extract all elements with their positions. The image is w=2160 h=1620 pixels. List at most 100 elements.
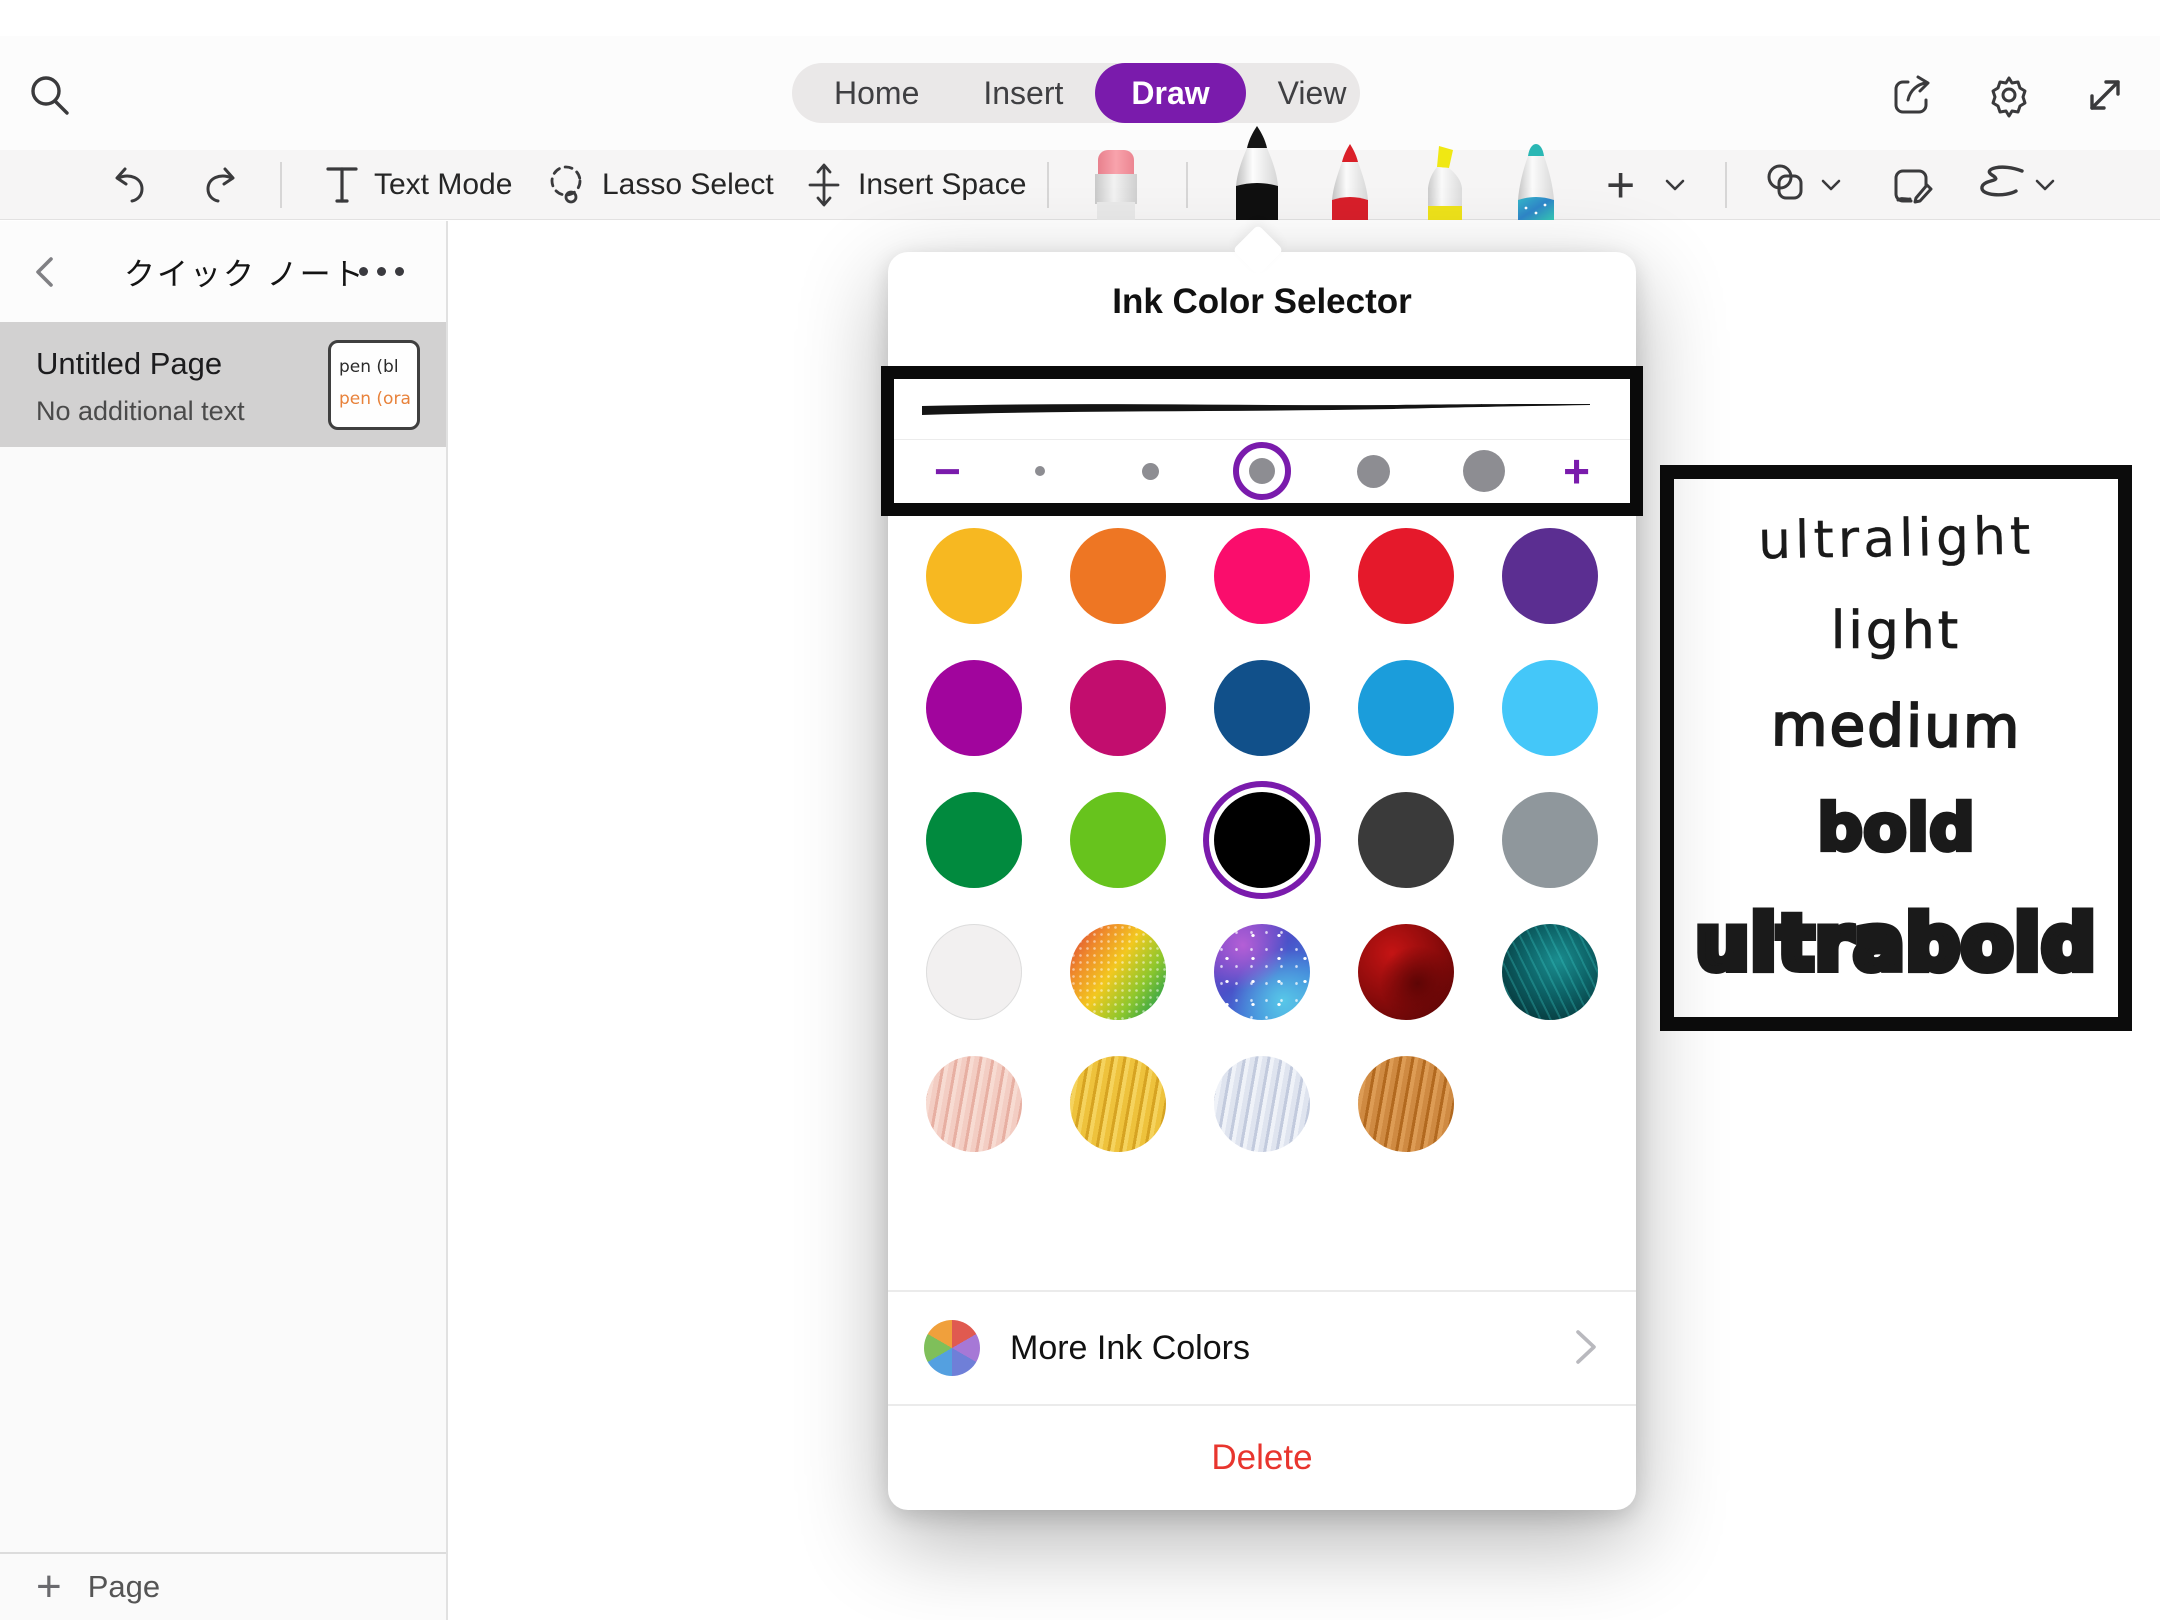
stroke-size-option-0[interactable] (1008, 440, 1072, 502)
color-swatch-gray[interactable] (1502, 792, 1598, 888)
ink-replay-button[interactable] (1972, 150, 2028, 220)
scribble-icon (1972, 163, 2028, 207)
size-dot (1142, 463, 1159, 480)
stroke-size-increase-button[interactable]: + (1563, 448, 1590, 494)
color-swatch-teal-marble[interactable] (1502, 924, 1598, 1020)
share-icon (1888, 70, 1938, 120)
color-swatch-pink[interactable] (1214, 528, 1310, 624)
highlighter-yellow-icon (1418, 142, 1472, 220)
chevron-down-icon (2032, 172, 2058, 198)
page-list-item-selected[interactable]: Untitled Page No additional text pen (bl… (0, 322, 446, 447)
ink-annotate-button[interactable] (1886, 150, 1936, 220)
color-swatch-red[interactable] (1358, 528, 1454, 624)
tab-view[interactable]: View (1246, 63, 1379, 123)
color-swatch-bronze[interactable] (1358, 1056, 1454, 1152)
color-swatch-sky-blue[interactable] (1502, 660, 1598, 756)
stroke-size-option-2[interactable] (1230, 440, 1294, 502)
shapes-menu-button[interactable] (1818, 150, 1844, 220)
sidebar-menu-button[interactable] (359, 267, 404, 276)
thumbnail-ink-line: pen (ora (339, 383, 417, 415)
stroke-size-option-3[interactable] (1341, 440, 1405, 502)
lasso-select-label: Lasso Select (602, 168, 774, 202)
color-swatch-black[interactable] (1214, 792, 1310, 888)
insert-space-button[interactable]: Insert Space (802, 150, 1026, 220)
more-ink-colors-button[interactable]: More Ink Colors (888, 1290, 1636, 1404)
tab-insert[interactable]: Insert (951, 63, 1095, 123)
chevron-down-icon (1662, 172, 1688, 198)
search-button[interactable] (26, 72, 74, 120)
color-swatch-rose-gold[interactable] (926, 1056, 1022, 1152)
size-dot (1357, 455, 1390, 488)
color-swatch-charcoal[interactable] (1358, 792, 1454, 888)
pen-black-tool[interactable] (1230, 124, 1284, 225)
ink-replay-menu-button[interactable] (2032, 150, 2058, 220)
color-swatch-rainbow-glitter[interactable] (1070, 924, 1166, 1020)
tab-draw[interactable]: Draw (1095, 63, 1245, 123)
color-swatch-silver[interactable] (1214, 1056, 1310, 1152)
insert-space-icon (802, 161, 846, 209)
pen-red-icon (1327, 142, 1373, 220)
settings-button[interactable] (1984, 70, 2034, 120)
color-wheel-icon (924, 1320, 980, 1376)
share-button[interactable] (1888, 70, 1938, 120)
highlighter-yellow-tool[interactable] (1418, 142, 1472, 225)
pen-black-icon (1230, 124, 1284, 220)
toolbar-divider (1186, 162, 1188, 208)
stroke-preview-line (914, 385, 1598, 437)
color-swatch-galaxy[interactable] (1214, 924, 1310, 1020)
color-swatch-lime[interactable] (1070, 792, 1166, 888)
chevron-right-icon (1568, 1324, 1602, 1370)
onenote-draw-screen: Home Insert Draw View (0, 0, 2160, 1620)
color-swatch-blue[interactable] (1358, 660, 1454, 756)
eraser-icon (1093, 148, 1139, 220)
ellipsis-icon (395, 267, 404, 276)
lasso-select-button[interactable]: Lasso Select (544, 150, 774, 220)
notebook-title: クイック ノート (124, 249, 366, 294)
handwriting-bold: bold (1817, 792, 1975, 866)
text-mode-icon (322, 163, 362, 207)
stroke-size-option-4[interactable] (1452, 440, 1516, 502)
pen-red-tool[interactable] (1327, 142, 1373, 225)
color-swatch-red-lava[interactable] (1358, 924, 1454, 1020)
stroke-size-option-1[interactable] (1119, 440, 1183, 502)
undo-button[interactable] (108, 150, 152, 220)
text-mode-button[interactable]: Text Mode (322, 150, 512, 220)
tab-home[interactable]: Home (802, 63, 951, 123)
page-list-sidebar: クイック ノート Untitled Page No additional tex… (0, 221, 448, 1620)
stroke-size-decrease-button[interactable]: − (934, 448, 961, 494)
handwriting-ultrabold: ultrabold (1695, 898, 2096, 987)
pen-teal-icon (1512, 142, 1560, 220)
pen-teal-tool[interactable] (1512, 142, 1560, 225)
color-swatch-orange[interactable] (1070, 528, 1166, 624)
more-ink-colors-label: More Ink Colors (1010, 1329, 1250, 1368)
window-actions (1888, 70, 2130, 120)
handwriting-medium: medium (1771, 691, 2022, 761)
add-page-button[interactable]: + Page (0, 1552, 446, 1620)
shapes-button[interactable] (1762, 150, 1812, 220)
color-swatch-purple[interactable] (1502, 528, 1598, 624)
stroke-size-row: − + (894, 440, 1630, 502)
ellipsis-icon (377, 267, 386, 276)
back-chevron-icon[interactable] (28, 254, 64, 290)
color-swatch-green[interactable] (926, 792, 1022, 888)
plus-icon: + (36, 1562, 62, 1612)
plus-icon: + (1606, 160, 1635, 210)
ellipsis-icon (359, 267, 368, 276)
color-swatch-white[interactable] (926, 924, 1022, 1020)
color-swatch-magenta[interactable] (926, 660, 1022, 756)
ink-annotate-icon (1886, 160, 1936, 210)
text-mode-label: Text Mode (374, 168, 512, 202)
color-swatch-navy[interactable] (1214, 660, 1310, 756)
lasso-icon (544, 161, 590, 209)
color-swatch-yellow[interactable] (926, 528, 1022, 624)
stroke-weight-annotation-box: ultralight light medium bold ultrabold (1660, 465, 2132, 1031)
fullscreen-button[interactable] (2080, 70, 2130, 120)
add-pen-button[interactable]: + (1606, 150, 1635, 220)
pen-set-menu-button[interactable] (1662, 150, 1688, 220)
delete-pen-button[interactable]: Delete (888, 1404, 1636, 1510)
eraser-tool[interactable] (1093, 148, 1139, 225)
redo-button[interactable] (198, 150, 242, 220)
handwriting-ultralight: ultralight (1757, 506, 2034, 571)
color-swatch-dark-pink[interactable] (1070, 660, 1166, 756)
color-swatch-gold[interactable] (1070, 1056, 1166, 1152)
